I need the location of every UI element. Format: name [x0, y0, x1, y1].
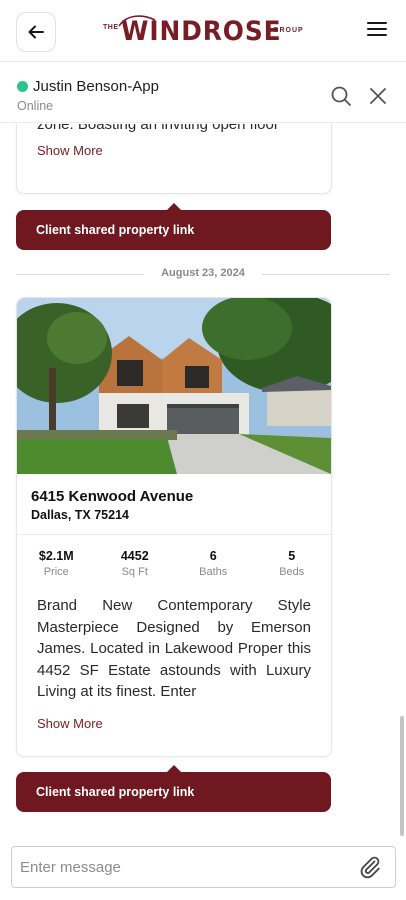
show-more-link[interactable]: Show More — [37, 143, 103, 158]
stat-baths: 6 Baths — [174, 549, 253, 585]
date-separator: August 23, 2024 — [16, 264, 390, 284]
property-description: zone. Boasting an inviting open floor — [37, 124, 279, 133]
shared-link-banner: Client shared property link — [16, 765, 331, 812]
card-divider — [17, 534, 331, 535]
shared-link-banner: Client shared property link — [16, 203, 331, 250]
logo-the-text: THE — [103, 24, 119, 31]
close-chat-button[interactable] — [368, 86, 388, 106]
message-composer — [11, 846, 396, 888]
stat-value: 4452 — [120, 549, 149, 563]
scrollbar[interactable] — [400, 716, 404, 836]
property-photo[interactable] — [17, 298, 331, 474]
search-icon — [331, 86, 351, 106]
stat-value: 6 — [209, 549, 217, 563]
stat-beds: 5 Beds — [253, 549, 332, 585]
stat-sqft: 4452 Sq Ft — [96, 549, 175, 585]
hamburger-menu-icon — [367, 22, 387, 36]
arrow-left-icon — [28, 25, 44, 39]
stat-label: Beds — [279, 566, 305, 578]
windrose-logo[interactable]: THE WINDROSE GROUP — [103, 14, 308, 50]
logo-brand-text: WINDROSE — [121, 16, 282, 47]
search-button[interactable] — [330, 85, 352, 107]
stat-value: 5 — [288, 549, 296, 563]
stat-label: Price — [43, 566, 69, 578]
property-city: Dallas, TX 75214 — [31, 508, 129, 522]
app-header: THE WINDROSE GROUP — [0, 0, 406, 62]
chat-header: Justin Benson-App Online — [0, 63, 406, 123]
date-label: August 23, 2024 — [161, 267, 245, 279]
menu-button[interactable] — [366, 20, 392, 42]
paperclip-icon — [360, 856, 380, 879]
attach-button[interactable] — [358, 855, 382, 879]
online-status-dot — [17, 81, 28, 92]
show-more-link[interactable]: Show More — [37, 716, 103, 731]
property-description: Brand New Contemporary Style Masterpiece… — [37, 597, 311, 700]
contact-name: Justin Benson-App — [33, 78, 159, 95]
stat-price: $2.1M Price — [17, 549, 96, 585]
house-image — [17, 298, 331, 474]
contact-status: Online — [17, 99, 54, 113]
previous-property-card: zone. Boasting an inviting open floor Sh… — [16, 124, 332, 194]
property-address: 6415 Kenwood Avenue — [31, 488, 194, 505]
stat-label: Baths — [199, 566, 228, 578]
close-icon — [370, 88, 386, 104]
message-input[interactable] — [20, 855, 340, 879]
logo-group-text: GROUP — [273, 27, 304, 34]
stat-label: Sq Ft — [121, 566, 148, 578]
message-list[interactable]: zone. Boasting an inviting open floor Sh… — [0, 124, 406, 836]
property-card[interactable]: 6415 Kenwood Avenue Dallas, TX 75214 $2.… — [16, 297, 332, 757]
property-stats: $2.1M Price 4452 Sq Ft 6 Baths 5 Beds — [17, 549, 331, 585]
back-button[interactable] — [16, 12, 56, 52]
stat-value: $2.1M — [38, 549, 74, 563]
